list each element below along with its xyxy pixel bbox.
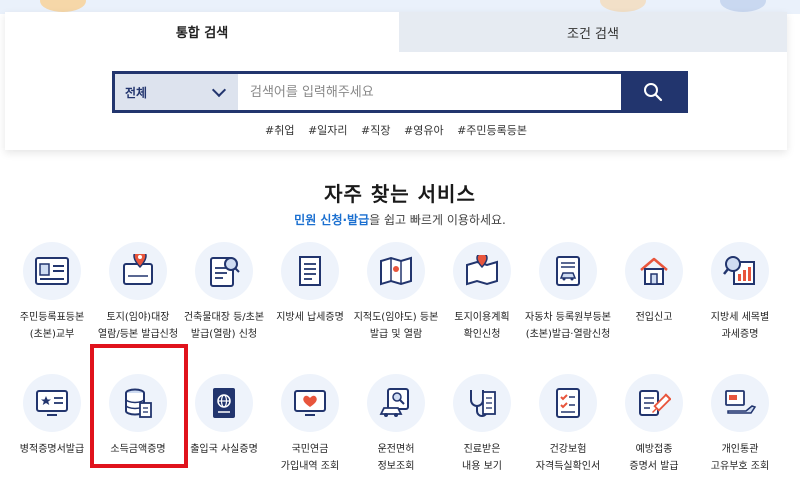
search-bar: 전체 [112, 71, 688, 113]
service-label: 과세증명 [721, 329, 759, 340]
service-label: 정보조회 [377, 461, 415, 472]
search-scope-select[interactable]: 전체 [115, 74, 238, 110]
service-label: 토지이용계획 [454, 312, 510, 323]
service-move-in-report[interactable]: 전입신고 [611, 242, 697, 326]
banner-illustration [720, 0, 766, 12]
resident-register-icon [23, 242, 81, 300]
service-national-pension[interactable]: 국민연금가입내역 조회 [267, 374, 353, 475]
customs-icon [711, 374, 769, 432]
medical-record-icon [453, 374, 511, 432]
service-label: 발급(열람) 신청 [190, 329, 258, 340]
vehicle-register-icon [539, 242, 597, 300]
service-label: 가입내역 조회 [280, 461, 340, 472]
service-label: 토지(임야)대장 [106, 312, 170, 323]
service-immigration-record[interactable]: 출입국 사실증명 [181, 374, 267, 458]
land-map-icon [109, 242, 167, 300]
tab-integrated-search[interactable]: 통합 검색 [5, 12, 399, 52]
services-title: 자주 찾는 서비스 [324, 182, 476, 206]
service-vehicle-register[interactable]: 자동차 등록원부등본 (초본)발급·열람신청 [525, 242, 611, 343]
land-use-plan-icon [453, 242, 511, 300]
service-resident-register[interactable]: 주민등록표등본 (초본)교부 [9, 242, 95, 343]
tag-link[interactable]: #일자리 [308, 124, 348, 137]
service-land-use-plan[interactable]: 토지이용계획확인신청 [439, 242, 525, 343]
service-label: 진료받은 [463, 444, 501, 455]
service-label: 국민연금 [291, 444, 329, 455]
driver-license-icon [367, 374, 425, 432]
service-label: 병적증명서발급 [19, 444, 85, 455]
passport-icon [195, 374, 253, 432]
health-insurance-icon [539, 374, 597, 432]
service-building-register[interactable]: 건축물대장 등/초본발급(열람) 신청 [181, 242, 267, 343]
services-subtitle-rest: 을 쉽고 빠르게 이용하세요. [369, 213, 506, 227]
chevron-down-icon [211, 82, 227, 98]
service-label: 발급 및 열람 [369, 329, 423, 340]
military-service-icon [23, 374, 81, 432]
service-label: (초본)발급·열람신청 [525, 329, 611, 340]
service-label: 건축물대장 등/초본 [183, 312, 265, 323]
service-label: 전입신고 [635, 312, 673, 323]
service-label: 자동차 등록원부등본 [525, 312, 611, 323]
service-land-register[interactable]: 토지(임야)대장열람/등본 발급신청 [95, 242, 181, 343]
cadastral-map-icon [367, 242, 425, 300]
popular-tags: #취업 #일자리 #직장 #영유아 #주민등록등본 [5, 122, 787, 138]
services-subtitle-highlight: 민원 신청·발급 [294, 213, 370, 227]
service-label: (초본)교부 [29, 329, 75, 340]
services-subtitle: 민원 신청·발급을 쉽고 빠르게 이용하세요. [0, 211, 800, 228]
tag-link[interactable]: #취업 [265, 124, 294, 137]
service-label: 지방세 납세증명 [276, 312, 344, 323]
service-label: 예방접종 [635, 444, 673, 455]
search-scope-value: 전체 [125, 85, 148, 100]
service-label: 고유부호 조회 [710, 461, 770, 472]
service-label: 증명서 발급 [629, 461, 679, 472]
tag-link[interactable]: #직장 [361, 124, 390, 137]
service-medical-record[interactable]: 진료받은내용 보기 [439, 374, 525, 475]
service-label: 확인신청 [463, 329, 501, 340]
highlight-box [90, 344, 188, 468]
service-customs-code[interactable]: 개인통관고유부호 조회 [697, 374, 783, 475]
service-vaccination[interactable]: 예방접종증명서 발급 [611, 374, 697, 475]
search-icon [644, 83, 663, 102]
vaccination-icon [625, 374, 683, 432]
service-label: 열람/등본 발급신청 [97, 329, 179, 340]
service-label: 자격득실확인서 [535, 461, 601, 472]
banner-illustration [40, 0, 86, 12]
move-in-report-icon [625, 242, 683, 300]
service-label: 건강보험 [549, 444, 587, 455]
tax-item-certificate-icon [711, 242, 769, 300]
search-input[interactable] [238, 74, 624, 110]
service-label: 주민등록표등본 [19, 312, 85, 323]
service-tax-payment[interactable]: 지방세 납세증명 [267, 242, 353, 326]
service-label: 출입국 사실증명 [190, 444, 258, 455]
search-panel: 통합 검색 조건 검색 전체 #취업 #일자리 #직장 #영유아 #주민등록등본 [5, 12, 787, 150]
service-cadastral-map[interactable]: 지적도(임야도) 등본발급 및 열람 [353, 242, 439, 343]
banner-illustration [600, 0, 646, 12]
service-military-service[interactable]: 병적증명서발급 [9, 374, 95, 458]
building-register-icon [195, 242, 253, 300]
service-label: 지방세 세목별 [710, 312, 770, 323]
pension-icon [281, 374, 339, 432]
service-label: 운전면허 [377, 444, 415, 455]
tab-conditional-search[interactable]: 조건 검색 [399, 12, 787, 52]
search-button[interactable] [621, 74, 685, 110]
service-health-insurance[interactable]: 건강보험자격득실확인서 [525, 374, 611, 475]
service-label: 지적도(임야도) 등본 [353, 312, 439, 323]
service-tax-item-certificate[interactable]: 지방세 세목별과세증명 [697, 242, 783, 343]
service-label: 내용 보기 [462, 461, 502, 472]
tag-link[interactable]: #영유아 [404, 124, 444, 137]
service-label: 개인통관 [721, 444, 759, 455]
tax-payment-icon [281, 242, 339, 300]
service-driver-license[interactable]: 운전면허정보조회 [353, 374, 439, 475]
tag-link[interactable]: #주민등록등본 [457, 124, 527, 137]
